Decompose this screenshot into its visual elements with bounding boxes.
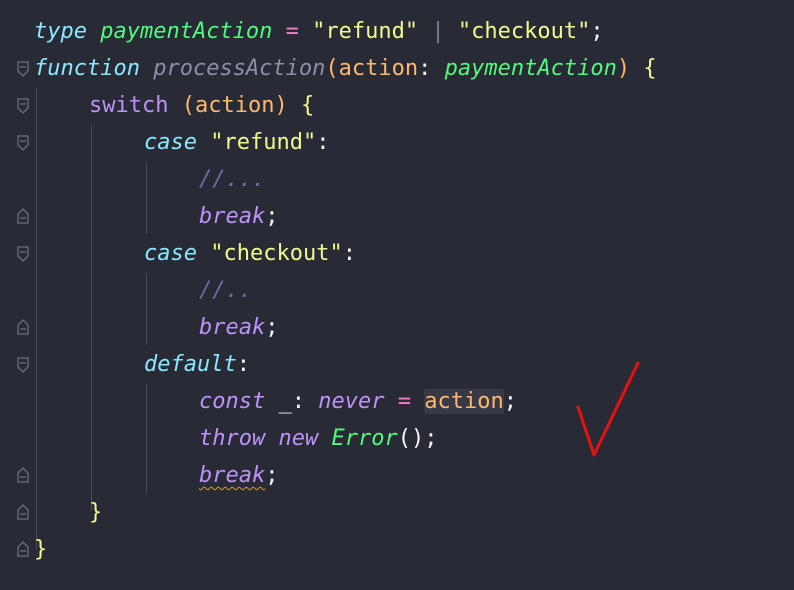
fold-open-icon[interactable] (17, 61, 29, 77)
indent-guide (146, 162, 147, 234)
paren: ( (168, 93, 195, 118)
paren: () (397, 426, 425, 451)
code-line-6[interactable]: break; (199, 198, 278, 235)
fold-open-icon[interactable] (17, 135, 29, 151)
fold-close-icon[interactable] (17, 319, 29, 335)
keyword: case (144, 130, 197, 155)
brace: } (34, 537, 48, 562)
keyword: throw (199, 426, 266, 451)
fold-close-icon[interactable] (17, 208, 29, 224)
function-name: processAction (153, 56, 326, 81)
fold-open-icon[interactable] (17, 357, 29, 373)
code-line-8[interactable]: //.. (199, 272, 252, 309)
union-operator: | (418, 19, 458, 44)
parameter: action (194, 93, 275, 118)
keyword: function (34, 56, 140, 81)
fold-close-icon[interactable] (17, 467, 29, 483)
code-line-12[interactable]: throw new Error(); (199, 420, 437, 457)
keyword: case (144, 241, 197, 266)
comment: //... (199, 167, 266, 192)
punctuation: ; (503, 389, 517, 414)
paren: ) (274, 93, 288, 118)
brace: } (89, 500, 103, 525)
paren: ( (325, 56, 339, 81)
fold-close-icon[interactable] (17, 541, 29, 557)
type-name: paymentAction (444, 56, 617, 81)
keyword: new (278, 426, 319, 451)
punctuation: : (418, 56, 445, 81)
punctuation: ; (265, 315, 279, 340)
type-name: Error (331, 426, 398, 451)
punctuation: : (236, 352, 250, 377)
string-literal: "checkout" (457, 19, 591, 44)
code-line-11[interactable]: const _: never = action; (199, 383, 517, 420)
paren: ) (616, 56, 631, 81)
fold-gutter (0, 0, 30, 590)
code-line-7[interactable]: case "checkout": (144, 235, 356, 272)
keyword: break (199, 315, 266, 340)
parameter: action (424, 389, 504, 414)
code-editor[interactable]: type paymentAction = "refund" | "checkou… (0, 0, 794, 590)
keyword: switch (89, 93, 169, 118)
punctuation: ; (424, 426, 438, 451)
code-line-10[interactable]: default: (144, 346, 250, 383)
punctuation: : (342, 241, 356, 266)
code-line-4[interactable]: case "refund": (144, 124, 329, 161)
fold-close-icon[interactable] (17, 504, 29, 520)
punctuation: : (291, 389, 319, 414)
comment: //.. (199, 278, 252, 303)
string-literal: "refund" (312, 19, 419, 44)
indent-guide (146, 273, 147, 345)
brace: { (630, 56, 657, 81)
operator: = (272, 19, 313, 44)
punctuation: ; (265, 463, 279, 488)
punctuation: ; (265, 204, 279, 229)
code-line-14[interactable]: } (89, 494, 102, 531)
code-line-3[interactable]: switch (action) { (89, 87, 314, 124)
checkmark-icon (576, 361, 640, 457)
keyword: const (199, 389, 266, 414)
fold-open-icon[interactable] (17, 98, 29, 114)
code-line-2[interactable]: function processAction(action: paymentAc… (34, 50, 657, 87)
string-literal: "refund" (210, 130, 317, 155)
keyword: default (144, 352, 237, 377)
code-line-15[interactable]: } (34, 531, 47, 568)
brace: { (287, 93, 315, 118)
indent-guide (36, 88, 37, 550)
parameter: action (338, 56, 419, 81)
code-line-9[interactable]: break; (199, 309, 278, 346)
variable-name: _ (265, 389, 292, 414)
punctuation: : (316, 130, 330, 155)
keyword: break (199, 463, 266, 488)
operator: = (384, 389, 425, 414)
punctuation: ; (590, 19, 604, 44)
indent-guide (146, 384, 147, 494)
code-line-13[interactable]: break; (199, 457, 278, 494)
fold-open-icon[interactable] (17, 246, 29, 262)
code-line-1[interactable]: type paymentAction = "refund" | "checkou… (34, 13, 604, 50)
type-name: never (318, 389, 385, 414)
string-literal: "checkout" (210, 241, 343, 266)
indent-guide (91, 125, 92, 511)
keyword: break (199, 204, 266, 229)
type-name: paymentAction (100, 19, 273, 44)
code-line-5[interactable]: //... (199, 161, 265, 198)
keyword: type (34, 19, 87, 44)
